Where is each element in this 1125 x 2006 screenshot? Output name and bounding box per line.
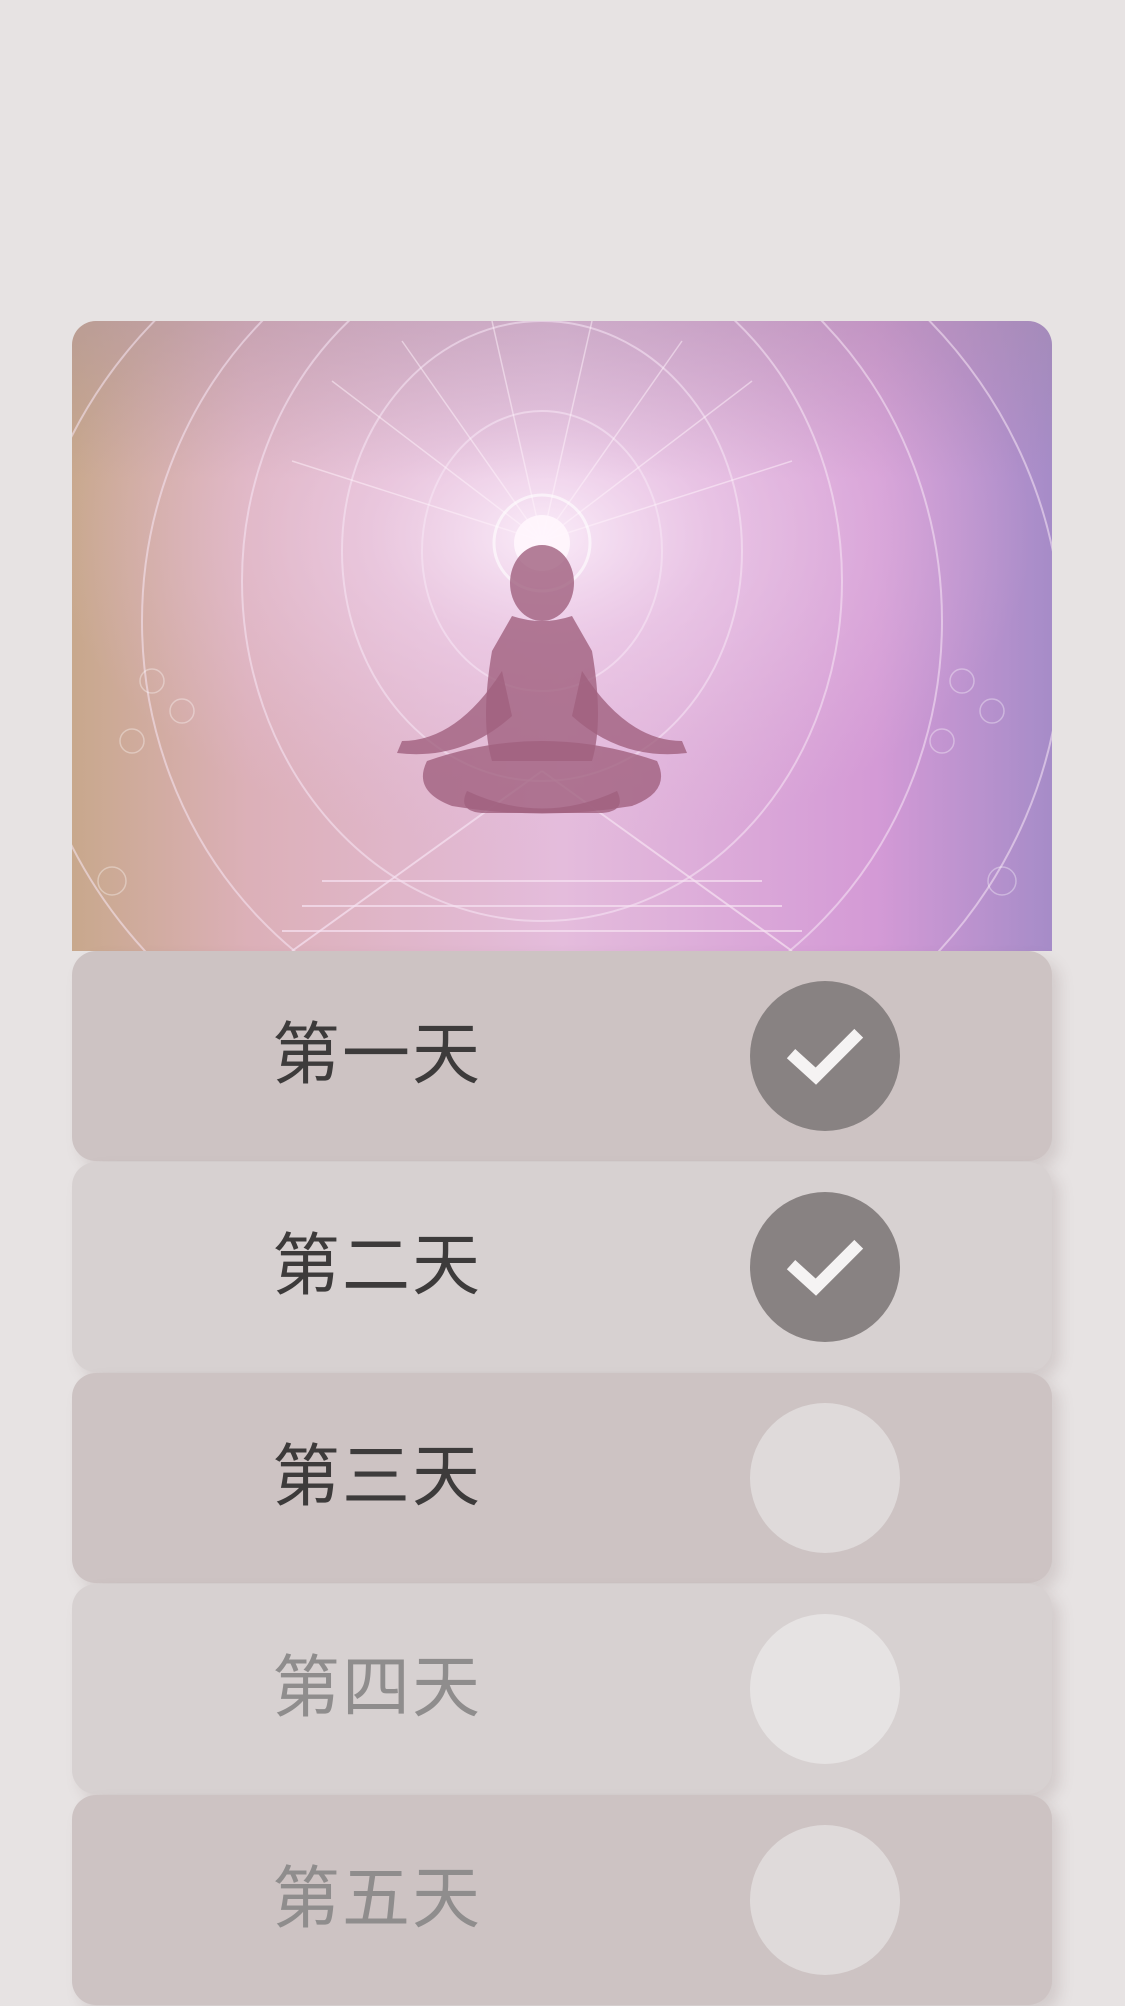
- completed-check-button[interactable]: [750, 1192, 900, 1342]
- empty-check-button[interactable]: [750, 1825, 900, 1975]
- day-list: 第一天 第二天 第三天 第四天 第五天: [72, 951, 1052, 2006]
- day-row-1[interactable]: 第一天: [72, 951, 1052, 1161]
- day-label: 第二天: [272, 1227, 483, 1306]
- day-label: 第五天: [272, 1860, 483, 1939]
- day-label: 第一天: [272, 1016, 483, 1095]
- day-label: 第四天: [272, 1649, 483, 1728]
- day-row-4[interactable]: 第四天: [72, 1584, 1052, 1794]
- checkmark-icon: [786, 1028, 864, 1085]
- empty-check-button[interactable]: [750, 1403, 900, 1553]
- checkmark-icon: [786, 1239, 864, 1296]
- completed-check-button[interactable]: [750, 981, 900, 1131]
- day-row-3[interactable]: 第三天: [72, 1373, 1052, 1583]
- day-row-5[interactable]: 第五天: [72, 1795, 1052, 2005]
- meditation-hero-image: [72, 321, 1052, 951]
- day-row-2[interactable]: 第二天: [72, 1162, 1052, 1372]
- empty-check-button[interactable]: [750, 1614, 900, 1764]
- meditation-figure-illustration: [72, 321, 1052, 951]
- day-label: 第三天: [272, 1438, 483, 1517]
